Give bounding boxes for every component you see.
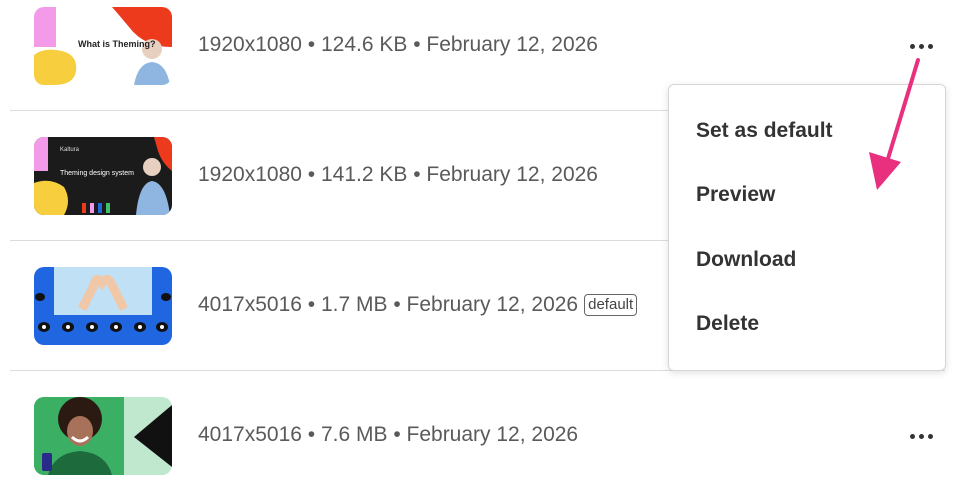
dot-icon <box>918 43 924 49</box>
file-meta: 1920x1080 • 124.6 KB • February 12, 2026 <box>198 33 598 56</box>
context-menu: Set as default Preview Download Delete <box>668 84 946 371</box>
thumbnail-image <box>34 397 172 475</box>
menu-item-preview[interactable]: Preview <box>669 169 945 221</box>
thumbnail-brand: Kaltura <box>60 147 80 153</box>
menu-item-download[interactable]: Download <box>669 234 945 286</box>
file-meta: 4017x5016 • 7.6 MB • February 12, 2026 <box>198 423 579 446</box>
thumbnail-text: Theming design system <box>60 170 134 177</box>
more-options-button[interactable] <box>903 424 939 448</box>
menu-item-delete[interactable]: Delete <box>669 298 945 350</box>
dot-icon <box>927 433 933 439</box>
thumbnail-image <box>34 267 172 345</box>
file-meta: 4017x5016 • 1.7 MB • February 12, 2026 de… <box>198 293 638 317</box>
dot-icon <box>909 43 915 49</box>
thumbnail-image: What is Theming? <box>34 7 172 85</box>
file-meta: 1920x1080 • 141.2 KB • February 12, 2026 <box>198 163 598 186</box>
more-options-button[interactable] <box>903 34 939 58</box>
dot-icon <box>927 43 933 49</box>
dot-icon <box>909 433 915 439</box>
thumbnail-image: Kaltura Theming design system <box>34 137 172 215</box>
default-badge: default <box>584 294 638 316</box>
menu-item-set-as-default[interactable]: Set as default <box>669 105 945 157</box>
dot-icon <box>918 433 924 439</box>
file-meta-text: 4017x5016 • 1.7 MB • February 12, 2026 <box>198 293 579 316</box>
file-row[interactable]: 4017x5016 • 7.6 MB • February 12, 2026 <box>0 371 957 501</box>
thumbnail-text: What is Theming? <box>78 39 156 49</box>
